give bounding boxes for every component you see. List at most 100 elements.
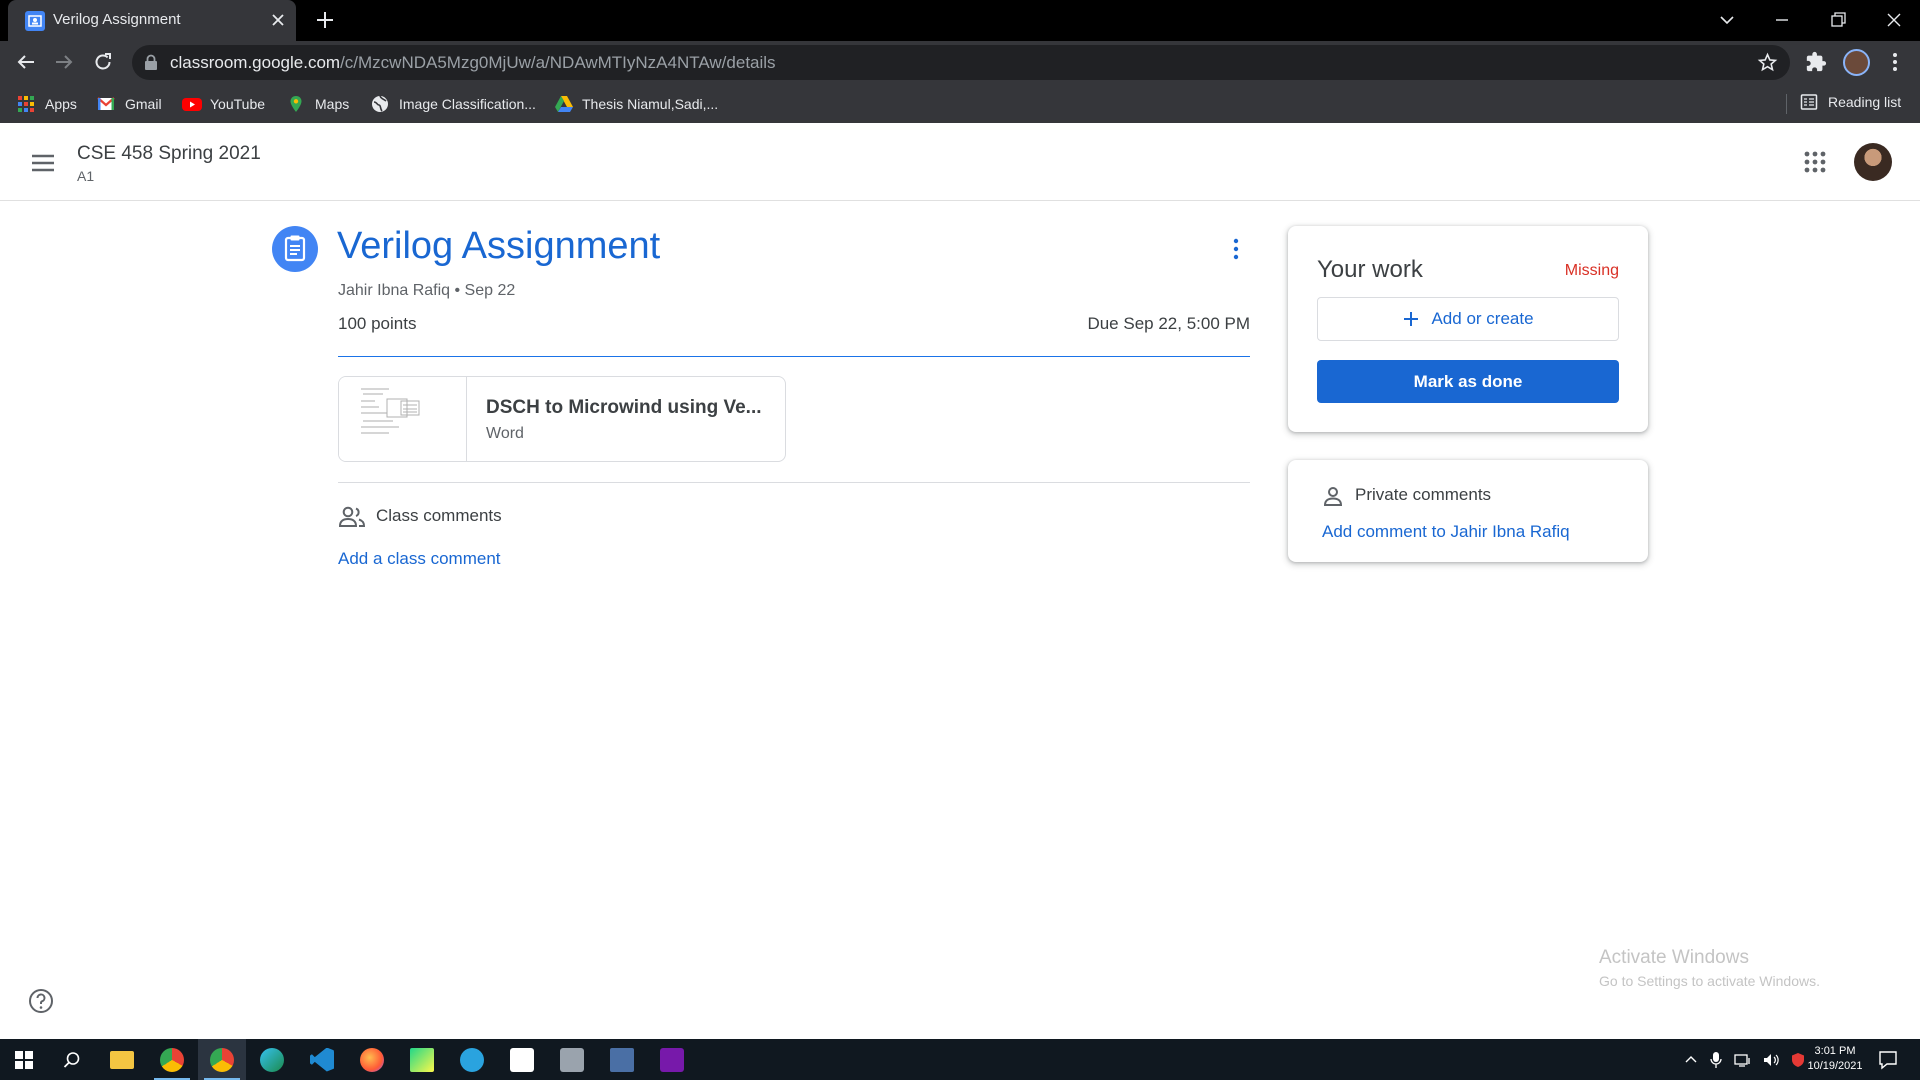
telegram-icon (460, 1047, 484, 1072)
tab-title: Verilog Assignment (53, 11, 181, 28)
taskbar-app-generic[interactable] (548, 1039, 596, 1080)
notion-icon (510, 1047, 534, 1072)
taskbar-onenote[interactable] (648, 1039, 696, 1080)
youtube-icon (182, 95, 202, 113)
reading-list-icon (1800, 93, 1818, 111)
your-work-title: Your work (1317, 256, 1423, 283)
clock-date: 10/19/2021 (1807, 1060, 1863, 1072)
network-icon[interactable] (1734, 1052, 1752, 1068)
search-icon (63, 1051, 81, 1069)
taskbar-clock[interactable]: 3:01 PM 10/19/2021 (1800, 1044, 1870, 1074)
browser-toolbar: classroom.google.com/c/MzcwNDA5Mzg0MjUw/… (0, 41, 1920, 84)
bookmark-apps[interactable]: Apps (17, 93, 77, 115)
tab-search-icon[interactable] (1715, 8, 1739, 32)
volume-icon[interactable] (1762, 1052, 1780, 1068)
attachment-title: DSCH to Microwind using Ve... (486, 397, 762, 418)
account-avatar[interactable] (1854, 143, 1892, 181)
taskbar-chrome-1[interactable] (148, 1039, 196, 1080)
reload-icon[interactable] (91, 50, 115, 74)
bookmarks-separator (1786, 94, 1787, 114)
work-status-badge: Missing (1564, 262, 1619, 279)
new-tab-icon[interactable] (314, 9, 336, 31)
maps-icon (287, 95, 305, 113)
onenote-icon (660, 1047, 684, 1072)
notification-center-icon[interactable] (1876, 1048, 1900, 1072)
chrome-profile-icon (210, 1047, 234, 1072)
bookmark-star-icon[interactable] (1757, 52, 1778, 73)
start-button[interactable] (0, 1039, 48, 1080)
taskbar-vscode[interactable] (298, 1039, 346, 1080)
assignment-points: 100 points (338, 314, 417, 333)
globe-icon (371, 95, 389, 113)
class-name[interactable]: CSE 458 Spring 2021 (77, 143, 261, 165)
taskbar-notion[interactable] (498, 1039, 546, 1080)
microphone-icon[interactable] (1710, 1051, 1722, 1069)
gmail-icon (97, 95, 115, 113)
app-window-icon (560, 1047, 584, 1072)
taskbar-file-explorer[interactable] (98, 1039, 146, 1080)
assignment-title: Verilog Assignment (337, 225, 661, 267)
activate-windows-subtitle: Go to Settings to activate Windows. (1599, 973, 1820, 989)
class-section: A1 (77, 168, 95, 184)
more-options-icon[interactable] (1224, 236, 1248, 262)
activate-windows-title: Activate Windows (1599, 947, 1749, 968)
mark-as-done-button[interactable]: Mark as done (1317, 360, 1619, 403)
taskbar-telegram[interactable] (448, 1039, 496, 1080)
taskbar-edge[interactable] (248, 1039, 296, 1080)
your-work-card: Your work Missing Add or create Mark as … (1288, 226, 1648, 432)
address-bar[interactable]: classroom.google.com/c/MzcwNDA5Mzg0MjUw/… (132, 45, 1790, 80)
comments-divider (338, 482, 1250, 483)
pycharm-icon (410, 1047, 434, 1072)
chrome-menu-icon[interactable] (1884, 51, 1906, 73)
add-class-comment-link[interactable]: Add a class comment (338, 549, 501, 569)
forward-icon[interactable] (52, 50, 76, 74)
file-explorer-icon (110, 1050, 134, 1069)
assignment-due-date: Due Sep 22, 5:00 PM (1087, 314, 1250, 333)
person-icon (1321, 484, 1345, 508)
attachment-card[interactable]: DSCH to Microwind using Ve... Word (338, 376, 786, 462)
google-apps-icon[interactable] (1804, 151, 1826, 173)
search-button[interactable] (48, 1039, 96, 1080)
main-menu-icon[interactable] (30, 151, 56, 175)
private-comments-card: Private comments Add comment to Jahir Ib… (1288, 460, 1648, 562)
url-text[interactable]: classroom.google.com/c/MzcwNDA5Mzg0MjUw/… (170, 53, 776, 73)
show-hidden-icons-icon[interactable] (1684, 1053, 1698, 1067)
taskbar-firefox[interactable] (348, 1039, 396, 1080)
system-tray (1684, 1039, 1806, 1080)
calculator-icon (610, 1047, 634, 1072)
firefox-icon (360, 1047, 384, 1072)
taskbar-calculator[interactable] (598, 1039, 646, 1080)
browser-tab[interactable]: Verilog Assignment (8, 0, 296, 41)
taskbar-pycharm[interactable] (398, 1039, 446, 1080)
assignment-icon (272, 226, 318, 272)
bookmark-maps[interactable]: Maps (287, 93, 349, 115)
taskbar-chrome-2[interactable] (198, 1039, 246, 1080)
restore-icon[interactable] (1826, 8, 1850, 32)
apps-grid-icon (17, 95, 35, 113)
attachment-type: Word (486, 425, 524, 442)
back-icon[interactable] (14, 50, 38, 74)
bookmark-gmail[interactable]: Gmail (97, 93, 162, 115)
windows-logo-icon (15, 1050, 33, 1069)
attachment-thumbnail (339, 377, 467, 461)
plus-icon (1402, 310, 1420, 328)
bookmarks-bar: Apps Gmail YouTube Maps Image Classifica… (0, 84, 1920, 123)
minimize-icon[interactable] (1770, 8, 1794, 32)
help-icon[interactable] (28, 988, 54, 1014)
classroom-header: CSE 458 Spring 2021 A1 (0, 123, 1920, 201)
tab-close-icon[interactable] (268, 10, 288, 30)
add-private-comment-link[interactable]: Add comment to Jahir Ibna Rafiq (1322, 522, 1570, 542)
bookmark-thesis-drive[interactable]: Thesis Niamul,Sadi,... (554, 93, 718, 115)
people-icon (338, 505, 366, 529)
profile-avatar[interactable] (1843, 49, 1870, 76)
add-or-create-button[interactable]: Add or create (1317, 297, 1619, 341)
assignment-author-date: Jahir Ibna Rafiq • Sep 22 (338, 282, 516, 299)
close-window-icon[interactable] (1882, 8, 1906, 32)
edge-icon (260, 1047, 284, 1072)
extensions-puzzle-icon[interactable] (1805, 51, 1827, 73)
clock-time: 3:01 PM (1814, 1045, 1856, 1057)
bookmark-youtube[interactable]: YouTube (182, 93, 265, 115)
bookmark-image-classification[interactable]: Image Classification... (371, 93, 536, 115)
lock-icon[interactable] (144, 54, 158, 70)
reading-list-button[interactable]: Reading list (1800, 93, 1901, 111)
